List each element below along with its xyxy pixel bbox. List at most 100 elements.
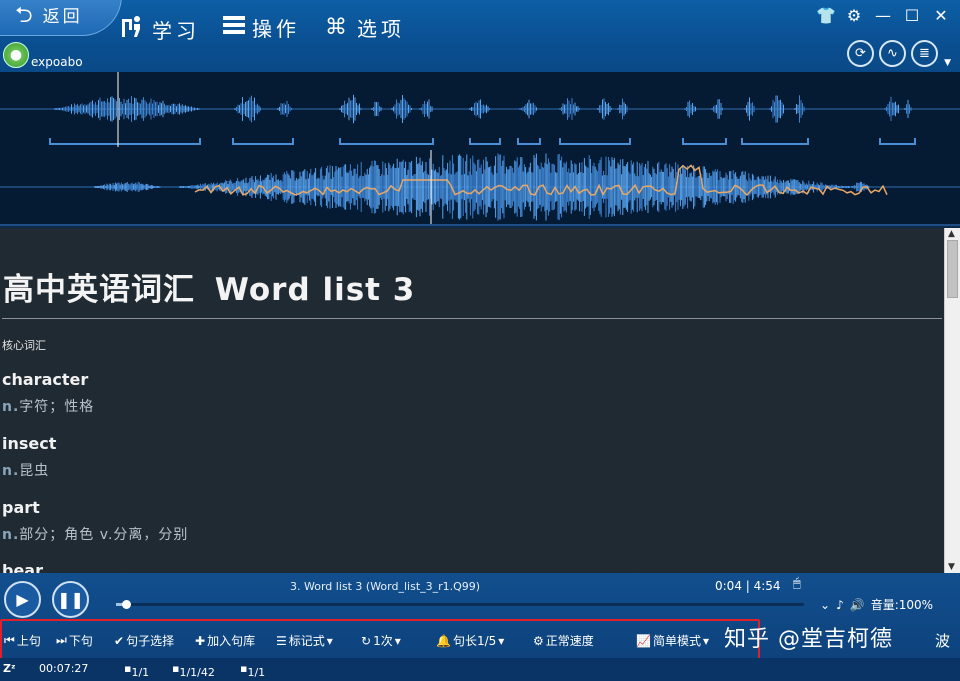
play-icon: ▶ (16, 590, 29, 609)
waveform-view[interactable] (0, 72, 960, 224)
sleep-icon[interactable]: Zᶻ (3, 662, 16, 675)
menu-options[interactable]: ⌘ 选项 (325, 13, 405, 42)
chevron-down-icon[interactable]: ⌄ (820, 598, 830, 612)
chart-icon: 📈 (636, 633, 651, 648)
menu-options-label: 选项 (357, 17, 405, 41)
gear-icon[interactable]: ⚙ (845, 6, 863, 25)
back-arrow-icon: ⮌ (15, 3, 33, 28)
user-icon: ● (9, 47, 23, 63)
mark-style-dropdown[interactable]: ☰ 标记式 ▾ (276, 632, 333, 649)
menu-icon (222, 14, 246, 42)
pause-button[interactable]: ❚❚ (52, 581, 89, 618)
back-label: 返回 (42, 7, 83, 27)
status-bar: Zᶻ 00:07:27 ▪ 1/1 ▪ 1/1/42 ▪ 1/1 (0, 658, 960, 681)
mode-label: 简单模式 (652, 634, 701, 648)
minimize-icon[interactable]: — (874, 6, 892, 25)
meaning: 字符；性格 (19, 399, 95, 415)
word-entry[interactable]: part (2, 498, 40, 517)
word-entry[interactable]: character (2, 370, 88, 389)
options-icon: ⌘ (325, 15, 351, 40)
menu-operate-label: 操作 (252, 17, 300, 41)
menu-operate[interactable]: 操作 (222, 13, 300, 42)
progress-knob[interactable] (121, 600, 131, 609)
word-entry[interactable]: bear (2, 561, 43, 573)
repeat-dropdown[interactable]: ↻ 1次 ▾ (361, 632, 401, 649)
skip-forward-icon: ⏭ (56, 633, 67, 647)
back-button[interactable]: ⮌ 返回 (0, 0, 122, 36)
sentence-length-dropdown[interactable]: 🔔 句长1/5 ▾ (436, 632, 504, 649)
document-scrollbar[interactable]: ▲ ▼ (944, 228, 960, 573)
status-counter-3: ▪ 1/1 (240, 662, 266, 679)
scroll-thumb[interactable] (947, 240, 958, 298)
gear-icon: ⚙ (533, 633, 544, 648)
status-value: 1/1/42 (179, 666, 215, 679)
next-sentence-button[interactable]: ⏭ 下句 (56, 632, 93, 649)
progress-bar[interactable] (116, 600, 804, 609)
next-label: 下句 (68, 634, 93, 648)
shirt-icon[interactable]: 👕 (816, 6, 836, 25)
speed-label: 正常速度 (545, 634, 594, 648)
maximize-icon[interactable]: ☐ (903, 6, 921, 25)
mouse-icon[interactable]: 🖱 (793, 576, 801, 591)
chevron-down-icon: ▾ (498, 633, 505, 648)
section-subtitle: 核心词汇 (2, 339, 46, 352)
music-note-icon[interactable]: ♪ (836, 598, 844, 612)
avatar[interactable]: ● (3, 42, 29, 68)
skip-back-icon: ⏮ (4, 633, 15, 647)
status-counter-2: ▪ 1/1/42 (172, 662, 215, 679)
pause-icon: ❚❚ (57, 590, 84, 609)
add-to-bank-label: 加入句库 (207, 634, 256, 648)
chevron-down-icon: ▾ (394, 633, 401, 648)
elapsed-time: 00:07:27 (39, 662, 89, 675)
word-definition: n.部分；角色 v.分离，分别 (2, 524, 188, 544)
title-english: Word list 3 (214, 272, 416, 308)
part-of-speech: n. (2, 527, 20, 543)
scroll-down-icon[interactable]: ▼ (948, 562, 955, 572)
status-value: 1/1 (247, 666, 266, 679)
status-counter-1: ▪ 1/1 (124, 662, 150, 679)
mark-style-label: 标记式 (288, 634, 325, 648)
word-definition: n.字符；性格 (2, 396, 94, 416)
prev-label: 上句 (16, 634, 41, 648)
mode-dropdown[interactable]: 📈 简单模式 ▾ (636, 632, 709, 649)
prev-sentence-button[interactable]: ⏮ 上句 (4, 632, 41, 649)
subtitle-icon[interactable]: ≣ (911, 40, 938, 67)
sentence-select-label: 句子选择 (126, 634, 175, 648)
scroll-up-icon[interactable]: ▲ (948, 229, 955, 239)
speaker-icon[interactable]: 🔊 (850, 598, 865, 612)
menu-study[interactable]: 学习 (120, 13, 200, 45)
sentence-detail-wave (94, 153, 870, 221)
track-time: 0:04 | 4:54 (715, 579, 781, 593)
meaning: 部分；角色 v.分离，分别 (19, 527, 189, 543)
refresh-icon[interactable]: ⟳ (847, 40, 874, 67)
study-icon (120, 13, 146, 45)
wave-toggle-icon[interactable]: ∿ (879, 40, 906, 67)
username: expoabo (31, 55, 83, 69)
document-title: 高中英语词汇 Word list 3 (3, 264, 415, 309)
menu-study-label: 学习 (152, 18, 200, 43)
meaning: 昆虫 (19, 463, 50, 479)
volume-label[interactable]: 音量:100% (871, 596, 933, 613)
list-icon: ☰ (276, 633, 287, 648)
wave-button[interactable]: 波 (935, 630, 950, 651)
close-icon[interactable]: ✕ (932, 6, 950, 25)
sentence-length-label: 句长1/5 (452, 634, 497, 648)
speed-button[interactable]: ⚙ 正常速度 (533, 632, 594, 649)
sentence-segment-marks (49, 138, 916, 145)
word-entry[interactable]: insect (2, 434, 56, 453)
track-title: 3. Word list 3 (Word_list_3_r1.Q99) (290, 580, 481, 593)
tool-buttons: ⟳ ∿ ≣ (847, 40, 938, 67)
repeat-icon: ↻ (361, 633, 372, 648)
wave-label: 波 (935, 632, 951, 650)
chevron-down-icon: ▾ (326, 633, 333, 648)
more-dropdown-icon[interactable]: ▼ (944, 58, 951, 68)
sentence-select-button[interactable]: ✔ 句子选择 (114, 632, 174, 649)
watermark: 知乎 @堂吉柯德 (724, 627, 893, 652)
add-to-bank-button[interactable]: ✚ 加入句库 (195, 632, 255, 649)
top-bar: ⮌ 返回 学习 操作 ⌘ 选项 👕 ⚙ — ☐ ✕ ● expoabo ⟳ ∿ … (0, 0, 960, 72)
play-button[interactable]: ▶ (4, 581, 41, 618)
title-divider (2, 318, 942, 319)
lesson-document: 高中英语词汇 Word list 3 核心词汇 character n.字符；性… (0, 228, 944, 573)
waveform-panel[interactable] (0, 72, 960, 226)
title-chinese: 高中英语词汇 (3, 272, 195, 308)
